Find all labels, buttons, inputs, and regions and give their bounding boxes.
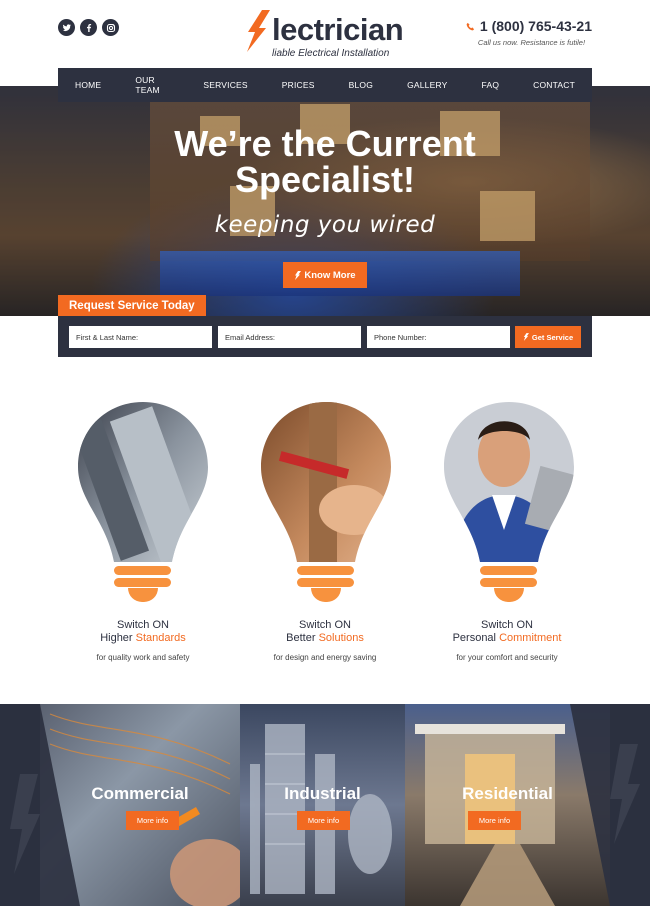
feature-bulb-standards: [76, 400, 210, 605]
feature-solutions: Switch ON Better Solutions for design an…: [273, 619, 377, 662]
bulb-image-wiring: [261, 402, 391, 562]
phone-field[interactable]: Phone Number:: [367, 326, 510, 348]
more-info-button-industrial[interactable]: More info: [297, 811, 350, 830]
nav-item-contact[interactable]: CONTACT: [516, 80, 592, 90]
logo-name: lectrician: [272, 12, 404, 47]
main-navigation: HOME OUR TEAM SERVICES PRICES BLOG GALLE…: [58, 68, 592, 102]
get-service-button[interactable]: Get Service: [515, 326, 581, 348]
nav-item-blog[interactable]: BLOG: [332, 80, 390, 90]
nav-item-home[interactable]: HOME: [58, 80, 118, 90]
feature-bulb-commitment: [442, 400, 576, 605]
header-contact: 1 (800) 765-43-21 Call us now. Resistanc…: [466, 18, 592, 47]
email-field[interactable]: Email Address:: [218, 326, 361, 348]
nav-item-our-team[interactable]: OUR TEAM: [118, 75, 186, 95]
feature-bulb-solutions: [259, 400, 393, 605]
know-more-button[interactable]: Know More: [283, 262, 367, 288]
bulb-image-tools: [78, 402, 208, 562]
bolt-icon: [295, 270, 302, 280]
logo-tagline: liable Electrical Installation: [272, 48, 390, 59]
hero-banner: We’re the Current Specialist! keeping yo…: [0, 86, 650, 316]
phone-icon: [466, 22, 475, 30]
site-header: lectrician liable Electrical Installatio…: [0, 0, 650, 70]
more-info-button-residential[interactable]: More info: [468, 811, 521, 830]
right-bolt-decoration: [570, 704, 650, 906]
nav-item-prices[interactable]: PRICES: [265, 80, 332, 90]
hero-subtitle: keeping you wired: [214, 212, 436, 238]
nav-item-services[interactable]: SERVICES: [186, 80, 264, 90]
category-industrial[interactable]: Industrial More info: [240, 704, 405, 906]
left-bolt-decoration: [0, 704, 80, 906]
service-categories: Commercial More info Industrial More inf…: [0, 704, 650, 906]
facebook-icon[interactable]: [80, 19, 97, 36]
feature-commitment: Switch ON Personal Commitment for your c…: [452, 619, 562, 662]
hero-title: We’re the Current Specialist!: [174, 123, 476, 200]
twitter-icon[interactable]: [58, 19, 75, 36]
instagram-icon[interactable]: [102, 19, 119, 36]
request-service-form: First & Last Name: Email Address: Phone …: [58, 316, 592, 357]
social-links: [58, 19, 119, 36]
site-logo[interactable]: lectrician liable Electrical Installatio…: [244, 8, 414, 59]
lightning-bolt-icon: [247, 10, 270, 52]
nav-item-faq[interactable]: FAQ: [465, 80, 517, 90]
request-service-tab: Request Service Today: [58, 295, 206, 316]
feature-standards: Switch ON Higher Standards for quality w…: [96, 619, 190, 662]
phone-note: Call us now. Resistance is futile!: [477, 38, 586, 47]
bolt-icon: [523, 333, 529, 341]
more-info-button-commercial[interactable]: More info: [126, 811, 179, 830]
nav-item-gallery[interactable]: GALLERY: [390, 80, 464, 90]
bulb-image-electrician: [444, 402, 574, 562]
phone-number[interactable]: 1 (800) 765-43-21: [480, 18, 592, 34]
name-field[interactable]: First & Last Name:: [69, 326, 212, 348]
category-title-industrial: Industrial: [284, 784, 361, 803]
